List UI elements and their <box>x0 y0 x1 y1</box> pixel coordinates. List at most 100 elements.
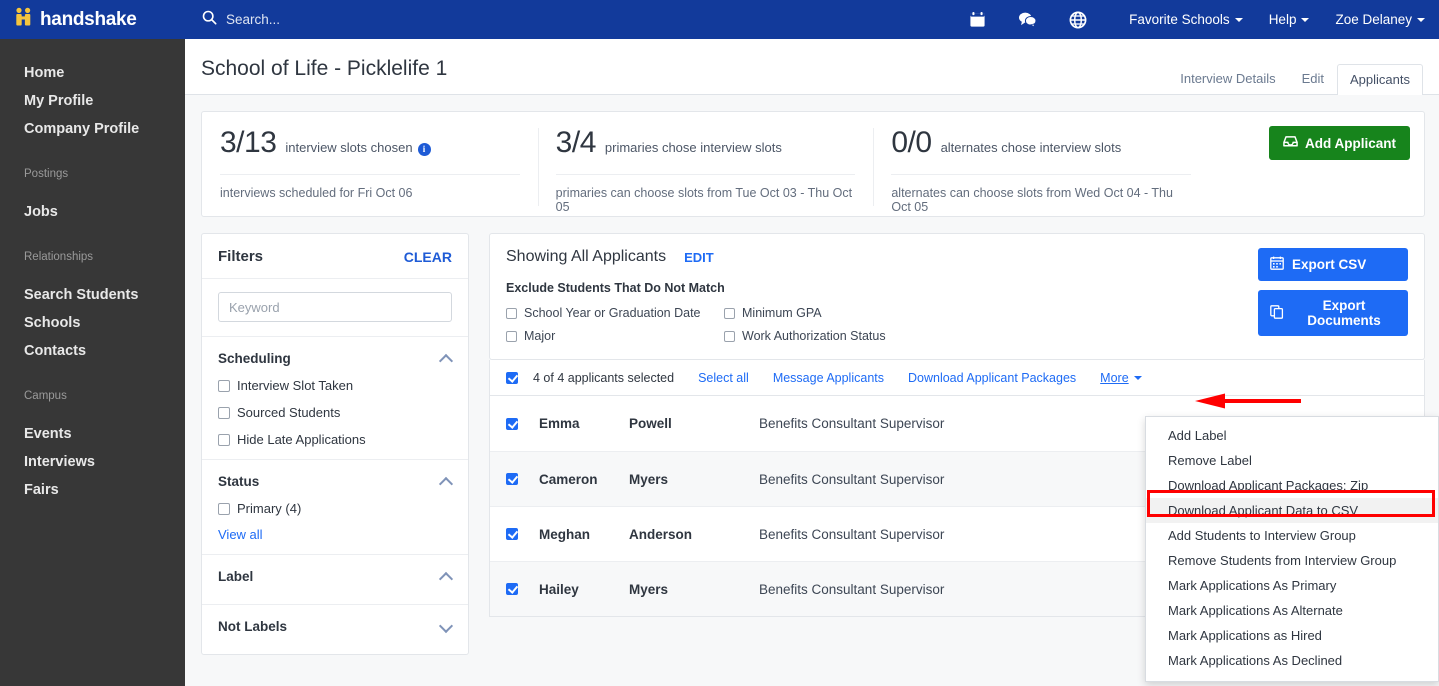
filter-option-primary[interactable]: Primary (4) <box>218 501 452 516</box>
chevron-up-icon[interactable] <box>440 355 452 363</box>
export-csv-button[interactable]: Export CSV <box>1258 248 1408 281</box>
global-search[interactable]: Search... <box>202 10 280 30</box>
page-title: School of Life - Picklelife 1 <box>201 57 448 80</box>
menu-item-download-applicant-data-to-csv[interactable]: Download Applicant Data to CSV <box>1146 498 1438 523</box>
globe-icon[interactable] <box>1069 11 1087 29</box>
filter-section-title: Label <box>218 569 254 584</box>
filter-option-sourced-students[interactable]: Sourced Students <box>218 405 452 420</box>
stat-label: alternates chose interview slots <box>940 140 1122 155</box>
checkbox[interactable] <box>218 406 230 419</box>
filters-panel: Filters CLEAR Scheduling Interview Slot … <box>201 233 469 655</box>
info-icon[interactable]: i <box>417 143 431 156</box>
download-applicant-packages-link[interactable]: Download Applicant Packages <box>908 371 1076 385</box>
exclude-options: School Year or Graduation Date Minimum G… <box>506 306 1248 343</box>
brand-logo[interactable]: handshake <box>0 7 185 32</box>
search-placeholder: Search... <box>226 12 281 27</box>
inbox-icon <box>1283 135 1305 151</box>
export-csv-label: Export CSV <box>1292 257 1367 272</box>
sidebar-item-home[interactable]: Home <box>0 59 185 87</box>
checkbox[interactable] <box>218 379 230 392</box>
menu-item-mark-applications-as-hired[interactable]: Mark Applications as Hired <box>1146 623 1438 648</box>
keyword-filter <box>202 279 468 337</box>
nav-favorite-schools[interactable]: Favorite Schools <box>1129 12 1243 27</box>
filter-option-label: Sourced Students <box>237 405 341 420</box>
filter-option-label: Primary (4) <box>237 501 302 516</box>
message-applicants-link[interactable]: Message Applicants <box>773 371 884 385</box>
sidebar-item-events[interactable]: Events <box>0 420 185 448</box>
divider <box>891 174 1192 175</box>
stat-number: 3/13 <box>220 126 277 159</box>
export-documents-button[interactable]: Export Documents <box>1258 290 1408 336</box>
edit-showing-button[interactable]: EDIT <box>684 250 714 265</box>
tab-interview-details[interactable]: Interview Details <box>1167 63 1288 94</box>
chevron-down-icon[interactable] <box>440 623 452 631</box>
sidebar-item-schools[interactable]: Schools <box>0 309 185 337</box>
filter-section-title: Scheduling <box>218 351 291 366</box>
checkbox[interactable] <box>218 502 230 515</box>
filter-option-label: Hide Late Applications <box>237 432 366 447</box>
stat-sublabel: interviews scheduled for Fri Oct 06 <box>220 186 413 200</box>
keyword-input[interactable] <box>218 292 452 322</box>
chevron-up-icon[interactable] <box>440 573 452 581</box>
menu-item-remove-label[interactable]: Remove Label <box>1146 448 1438 473</box>
checkbox[interactable] <box>724 307 735 319</box>
sidebar-item-search-students[interactable]: Search Students <box>0 281 185 309</box>
top-navigation-bar: handshake Search... Favorite Schools Hel… <box>0 0 1439 39</box>
tab-applicants[interactable]: Applicants <box>1337 64 1423 95</box>
menu-item-download-applicant-packages-zip[interactable]: Download Applicant Packages: Zip <box>1146 473 1438 498</box>
sidebar-item-company-profile[interactable]: Company Profile <box>0 115 185 143</box>
sidebar-item-jobs[interactable]: Jobs <box>0 198 185 226</box>
stat-label: interview slots chosen <box>285 140 413 155</box>
exclude-option-minimum-gpa[interactable]: Minimum GPA <box>724 306 1248 320</box>
messages-icon[interactable] <box>1018 11 1037 28</box>
sidebar-item-my-profile[interactable]: My Profile <box>0 87 185 115</box>
status-view-all-link[interactable]: View all <box>218 527 452 542</box>
chevron-up-icon[interactable] <box>440 478 452 486</box>
stat-primaries: 3/4 primaries chose interview slots prim… <box>537 126 874 216</box>
checkbox[interactable] <box>506 330 517 342</box>
row-checkbox[interactable] <box>506 528 518 540</box>
nav-help[interactable]: Help <box>1269 12 1310 27</box>
row-checkbox[interactable] <box>506 583 518 595</box>
applicant-first-name: Meghan <box>539 526 591 542</box>
exclude-option-school-year[interactable]: School Year or Graduation Date <box>506 306 724 320</box>
exclude-option-label: Minimum GPA <box>742 306 822 320</box>
add-applicant-button[interactable]: Add Applicant <box>1269 126 1411 160</box>
row-checkbox[interactable] <box>506 473 518 485</box>
filter-option-hide-late-applications[interactable]: Hide Late Applications <box>218 432 452 447</box>
exclude-option-major[interactable]: Major <box>506 329 724 343</box>
tab-edit[interactable]: Edit <box>1289 63 1337 94</box>
filter-option-interview-slot-taken[interactable]: Interview Slot Taken <box>218 378 452 393</box>
more-actions-dropdown-toggle[interactable]: More <box>1100 371 1142 385</box>
menu-item-mark-applications-as-alternate[interactable]: Mark Applications As Alternate <box>1146 598 1438 623</box>
checkbox[interactable] <box>506 307 517 319</box>
stat-number: 3/4 <box>555 126 597 159</box>
sidebar-item-contacts[interactable]: Contacts <box>0 337 185 365</box>
filter-section-title: Status <box>218 474 260 489</box>
nav-favorite-schools-label: Favorite Schools <box>1129 12 1230 27</box>
sidebar-item-interviews[interactable]: Interviews <box>0 448 185 476</box>
menu-item-add-label[interactable]: Add Label <box>1146 423 1438 448</box>
row-checkbox[interactable] <box>506 417 518 430</box>
applicants-selection-toolbar: 4 of 4 applicants selected Select all Me… <box>489 360 1425 396</box>
showing-label: Showing All Applicants <box>506 248 667 265</box>
sidebar-item-fairs[interactable]: Fairs <box>0 476 185 504</box>
top-nav-right: Favorite Schools Help Zoe Delaney <box>953 0 1439 39</box>
stat-sublabel: alternates can choose slots from Wed Oct… <box>891 186 1173 214</box>
select-all-link[interactable]: Select all <box>698 371 749 385</box>
menu-item-remove-students-from-interview-group[interactable]: Remove Students from Interview Group <box>1146 548 1438 573</box>
select-all-checkbox[interactable] <box>506 371 518 384</box>
menu-item-add-students-to-interview-group[interactable]: Add Students to Interview Group <box>1146 523 1438 548</box>
sidebar-section-relationships: Relationships <box>24 251 94 263</box>
checkbox[interactable] <box>724 330 735 342</box>
exclude-option-label: School Year or Graduation Date <box>524 306 701 320</box>
filter-option-label: Interview Slot Taken <box>237 378 354 393</box>
clear-filters-button[interactable]: CLEAR <box>404 249 452 265</box>
nav-help-label: Help <box>1268 12 1297 27</box>
calendar-icon[interactable] <box>969 11 986 28</box>
menu-item-mark-applications-as-primary[interactable]: Mark Applications As Primary <box>1146 573 1438 598</box>
nav-user-menu[interactable]: Zoe Delaney <box>1335 12 1425 27</box>
menu-item-mark-applications-as-declined[interactable]: Mark Applications As Declined <box>1146 648 1438 673</box>
exclude-option-work-authorization[interactable]: Work Authorization Status <box>724 329 1248 343</box>
checkbox[interactable] <box>218 433 230 446</box>
